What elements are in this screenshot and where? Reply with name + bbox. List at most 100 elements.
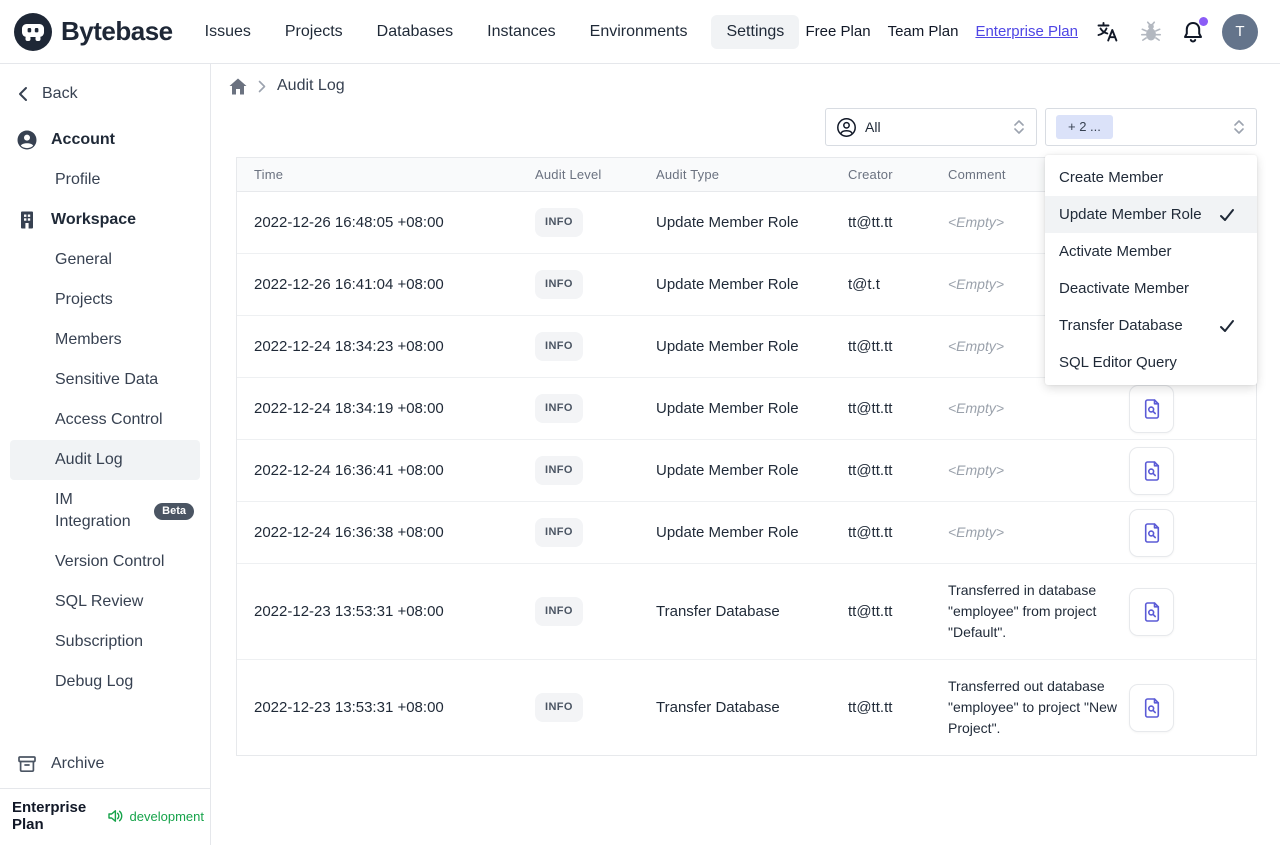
person-circle-icon [836,117,857,138]
view-detail-button[interactable] [1129,587,1174,636]
team-plan-link[interactable]: Team Plan [888,23,959,40]
building-icon [16,209,38,231]
navbar-right: Free Plan Team Plan Enterprise Plan T [806,13,1258,50]
language-switch-button[interactable] [1095,19,1121,45]
avatar[interactable]: T [1222,13,1258,50]
sidebar-item-profile[interactable]: Profile [10,160,200,200]
cell-creator: tt@tt.tt [840,439,940,502]
view-detail-button[interactable] [1129,683,1174,732]
top-navbar: Bytebase Issues Projects Databases Instance… [0,0,1280,64]
cell-audit-level: INFO [527,660,648,756]
sidebar-item-label: Access Control [55,411,163,428]
menu-item-create-member[interactable]: Create Member [1045,159,1257,196]
archive-icon [16,753,38,775]
nav-link-issues[interactable]: Issues [195,15,261,49]
nav-link-projects[interactable]: Projects [275,15,353,49]
workspace-items: General Projects Members Sensitive Data … [10,240,200,702]
audit-level-badge: INFO [535,518,583,547]
bytebase-logo[interactable]: Bytebase [14,12,173,51]
sidebar-item-label: IM Integration [55,491,131,530]
cell-audit-type: Update Member Role [648,191,840,254]
column-header-audit-type: Audit Type [648,158,840,192]
sidebar-section-account: Account [10,120,200,160]
notifications-button[interactable] [1181,16,1208,45]
sidebar-item-members[interactable]: Members [10,320,200,360]
sidebar-item-subscription[interactable]: Subscription [10,622,200,662]
sidebar-item-label: General [55,251,112,268]
debug-report-button[interactable] [1138,19,1164,45]
home-icon[interactable] [229,78,247,95]
cell-audit-type: Update Member Role [648,253,840,316]
cell-audit-level: INFO [527,377,648,440]
table-row: 2022-12-23 13:53:31 +08:00 INFO Transfer… [237,563,1256,660]
menu-item-activate-member[interactable]: Activate Member [1045,233,1257,270]
menu-item-sql-editor-query[interactable]: SQL Editor Query [1045,344,1257,381]
sidebar-item-access-control[interactable]: Access Control [10,400,200,440]
menu-item-deactivate-member[interactable]: Deactivate Member [1045,270,1257,307]
bytebase-logo-icon [14,12,52,51]
translate-icon [1095,19,1121,45]
cell-time: 2022-12-24 18:34:19 +08:00 [237,377,527,440]
audit-type-menu: Create Member Update Member Role Activat… [1045,155,1257,385]
view-detail-button[interactable] [1129,384,1174,433]
cell-comment: <Empty> [940,501,1126,564]
audit-level-badge: INFO [535,597,583,626]
menu-item-label: Activate Member [1059,243,1172,260]
file-search-icon [1142,398,1162,420]
sidebar-item-debug-log[interactable]: Debug Log [10,662,200,702]
chevron-left-icon [16,85,30,103]
nav-link-databases[interactable]: Databases [367,15,464,49]
sidebar-item-sensitive-data[interactable]: Sensitive Data [10,360,200,400]
current-plan-label: Enterprise Plan [12,799,87,833]
menu-item-update-member-role[interactable]: Update Member Role [1045,196,1257,233]
sidebar-item-sql-review[interactable]: SQL Review [10,582,200,622]
back-button[interactable]: Back [10,82,200,106]
cell-comment: Transferred in database "employee" from … [940,563,1126,660]
cell-audit-type: Transfer Database [648,563,840,660]
sidebar-section-workspace: Workspace [10,200,200,240]
sidebar-item-archive[interactable]: Archive [10,744,200,784]
cell-comment: <Empty> [940,377,1126,440]
audit-level-badge: INFO [535,456,583,485]
sidebar-item-version-control[interactable]: Version Control [10,542,200,582]
check-icon [1219,208,1243,222]
audit-level-badge: INFO [535,394,583,423]
free-plan-link[interactable]: Free Plan [806,23,871,40]
cell-comment: Transferred out database "employee" to p… [948,678,1117,736]
sidebar-item-audit-log[interactable]: Audit Log [10,440,200,480]
menu-item-label: Deactivate Member [1059,280,1190,297]
cell-time: 2022-12-24 16:36:38 +08:00 [237,501,527,564]
nav-link-instances[interactable]: Instances [477,15,565,49]
back-label: Back [42,85,78,102]
table-row: 2022-12-24 16:36:41 +08:00 INFO Update M… [237,439,1256,502]
cell-creator: t@t.t [840,253,940,316]
audit-type-filter-value: + 2 ... [1056,115,1113,139]
cell-time: 2022-12-26 16:41:04 +08:00 [237,253,527,316]
nav-link-settings[interactable]: Settings [711,14,800,49]
enterprise-plan-link[interactable]: Enterprise Plan [975,23,1078,40]
cell-creator: tt@tt.tt [840,377,940,440]
creator-filter-select[interactable]: All [825,108,1037,146]
view-detail-button[interactable] [1129,446,1174,495]
cell-audit-type: Update Member Role [648,315,840,378]
audit-level-badge: INFO [535,332,583,361]
sidebar-item-general[interactable]: General [10,240,200,280]
column-header-time: Time [237,158,527,192]
menu-item-transfer-database[interactable]: Transfer Database [1045,307,1257,344]
nav-link-environments[interactable]: Environments [580,15,698,49]
updown-chevron-icon [1232,119,1246,135]
cell-time: 2022-12-26 16:48:05 +08:00 [237,191,527,254]
filter-toolbar: All + 2 ... [211,104,1280,146]
bug-icon [1138,19,1164,45]
sidebar-item-label: SQL Review [55,593,144,610]
cell-audit-type: Transfer Database [656,699,780,716]
audit-type-filter-select[interactable]: + 2 ... [1045,108,1257,146]
sidebar-item-label: Version Control [55,553,165,570]
menu-item-label: Create Member [1059,169,1164,186]
sidebar-item-im-integration[interactable]: IM Integration Beta [10,480,200,542]
main-content: Audit Log All + 2 ... Time Audit Level A… [211,64,1280,845]
audit-level-badge: INFO [535,270,583,299]
cell-audit-level: INFO [527,191,648,254]
view-detail-button[interactable] [1129,508,1174,557]
sidebar-item-projects[interactable]: Projects [10,280,200,320]
